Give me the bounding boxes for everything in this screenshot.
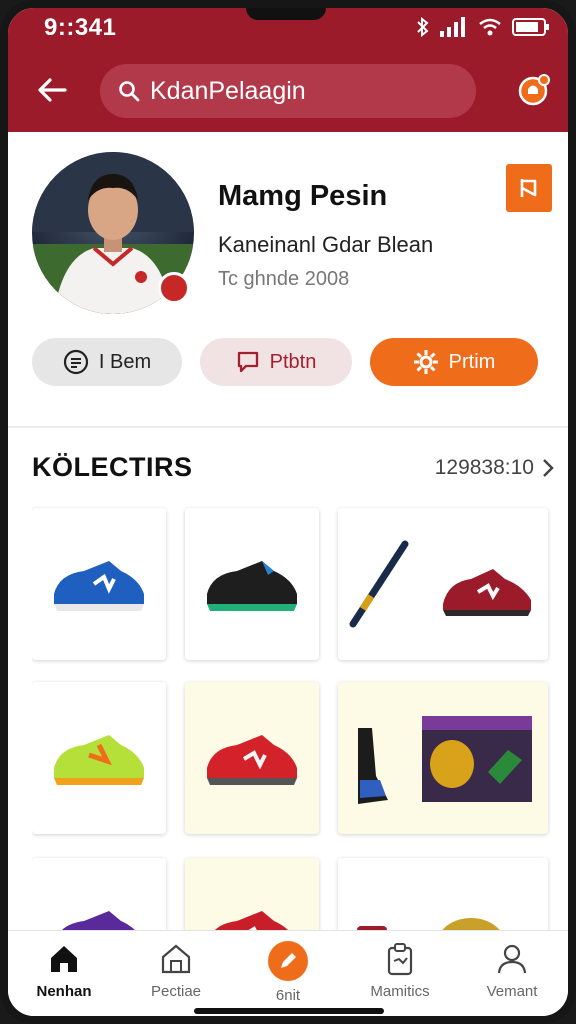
status-time: 9::341 bbox=[44, 14, 117, 41]
action-buttons: I Bem Ptbtn Prtim bbox=[32, 338, 538, 386]
member-since: Tc ghnde 2008 bbox=[218, 268, 350, 290]
message-button-label: Ptbtn bbox=[269, 350, 317, 373]
search-input[interactable]: KdanPelaagin bbox=[150, 77, 306, 106]
sneaker-image bbox=[207, 561, 297, 611]
collection-item-yellow-sneaker[interactable] bbox=[32, 682, 166, 834]
chat-icon bbox=[63, 349, 88, 375]
store-icon bbox=[161, 944, 191, 974]
message-icon bbox=[237, 351, 258, 373]
collection-item-mug-and-trophy[interactable] bbox=[338, 858, 548, 930]
settings-button[interactable]: Prtim bbox=[370, 338, 538, 386]
nav-stats-label: Mamitics bbox=[370, 983, 430, 1000]
camera-notch bbox=[246, 8, 326, 20]
share-button[interactable] bbox=[506, 164, 552, 212]
nav-edit-label: 6nit bbox=[275, 987, 301, 1004]
back-arrow-icon bbox=[38, 78, 67, 102]
collection-item-black-sneaker[interactable] bbox=[185, 508, 319, 660]
collection-title: KÖLECTIRS bbox=[32, 452, 193, 482]
edit-icon bbox=[281, 953, 296, 968]
chat-button-label: I Bem bbox=[98, 350, 152, 373]
message-button[interactable]: Ptbtn bbox=[200, 338, 352, 386]
collection-item-red-white-sneaker[interactable] bbox=[185, 858, 319, 930]
sneaker-image bbox=[54, 735, 144, 785]
profile-subtitle: Kaneinanl Gdar Blean bbox=[218, 232, 434, 257]
nav-home[interactable]: Nenhan bbox=[8, 931, 120, 1016]
bell-icon bbox=[518, 74, 550, 106]
sneaker-image bbox=[207, 735, 297, 785]
sneaker-image bbox=[215, 911, 288, 930]
share-icon bbox=[520, 179, 537, 197]
collection-item-pen-and-sneaker[interactable] bbox=[338, 508, 548, 660]
sneaker-image bbox=[62, 911, 135, 930]
chat-button[interactable]: I Bem bbox=[32, 338, 182, 386]
search-icon bbox=[119, 81, 140, 102]
collection-item-blue-sneaker[interactable] bbox=[32, 508, 166, 660]
battery-icon bbox=[512, 17, 550, 37]
gear-icon bbox=[413, 350, 438, 374]
status-icons bbox=[416, 17, 550, 37]
user-icon bbox=[497, 944, 527, 974]
wifi-icon bbox=[478, 17, 502, 37]
avatar-badge bbox=[158, 272, 190, 304]
chevron-right-icon bbox=[543, 459, 554, 477]
notifications-button[interactable] bbox=[514, 70, 554, 110]
home-indicator bbox=[194, 1008, 384, 1014]
collection-count: 129838:10 bbox=[434, 456, 534, 479]
search-bar[interactable]: KdanPelaagin bbox=[100, 64, 476, 118]
bluetooth-icon bbox=[416, 17, 430, 37]
home-icon bbox=[51, 946, 77, 972]
nav-account-label: Vemant bbox=[486, 983, 538, 1000]
nav-edit-circle bbox=[268, 941, 308, 981]
section-divider bbox=[8, 426, 568, 428]
collection-grid bbox=[32, 502, 552, 930]
collection-item-red-sneaker[interactable] bbox=[185, 682, 319, 834]
phone-screen: 9::341 KdanPelaagin Mamg Pesin Kaneinanl… bbox=[0, 0, 576, 1024]
nav-home-label: Nenhan bbox=[36, 983, 92, 1000]
sneaker-image bbox=[54, 561, 144, 611]
profile-name: Mamg Pesin bbox=[218, 180, 388, 212]
signal-icon bbox=[440, 17, 468, 37]
boot-and-box-image bbox=[358, 716, 532, 804]
nav-store-label: Pectiae bbox=[150, 983, 202, 1000]
settings-button-label: Prtim bbox=[448, 350, 496, 373]
collection-item-boot-and-boxset[interactable] bbox=[338, 682, 548, 834]
back-button[interactable] bbox=[32, 70, 72, 110]
collection-item-purple-sneaker[interactable] bbox=[32, 858, 166, 930]
nav-account[interactable]: Vemant bbox=[456, 931, 568, 1016]
profile-section: Mamg Pesin Kaneinanl Gdar Blean Tc ghnde… bbox=[8, 132, 568, 432]
app-header: 9::341 KdanPelaagin bbox=[8, 8, 568, 132]
clipboard-icon bbox=[387, 943, 413, 976]
mug-and-trophy-image bbox=[357, 918, 500, 930]
pen-and-sneaker-image bbox=[349, 540, 531, 628]
collection-count-link[interactable]: 129838:10 bbox=[435, 456, 554, 480]
